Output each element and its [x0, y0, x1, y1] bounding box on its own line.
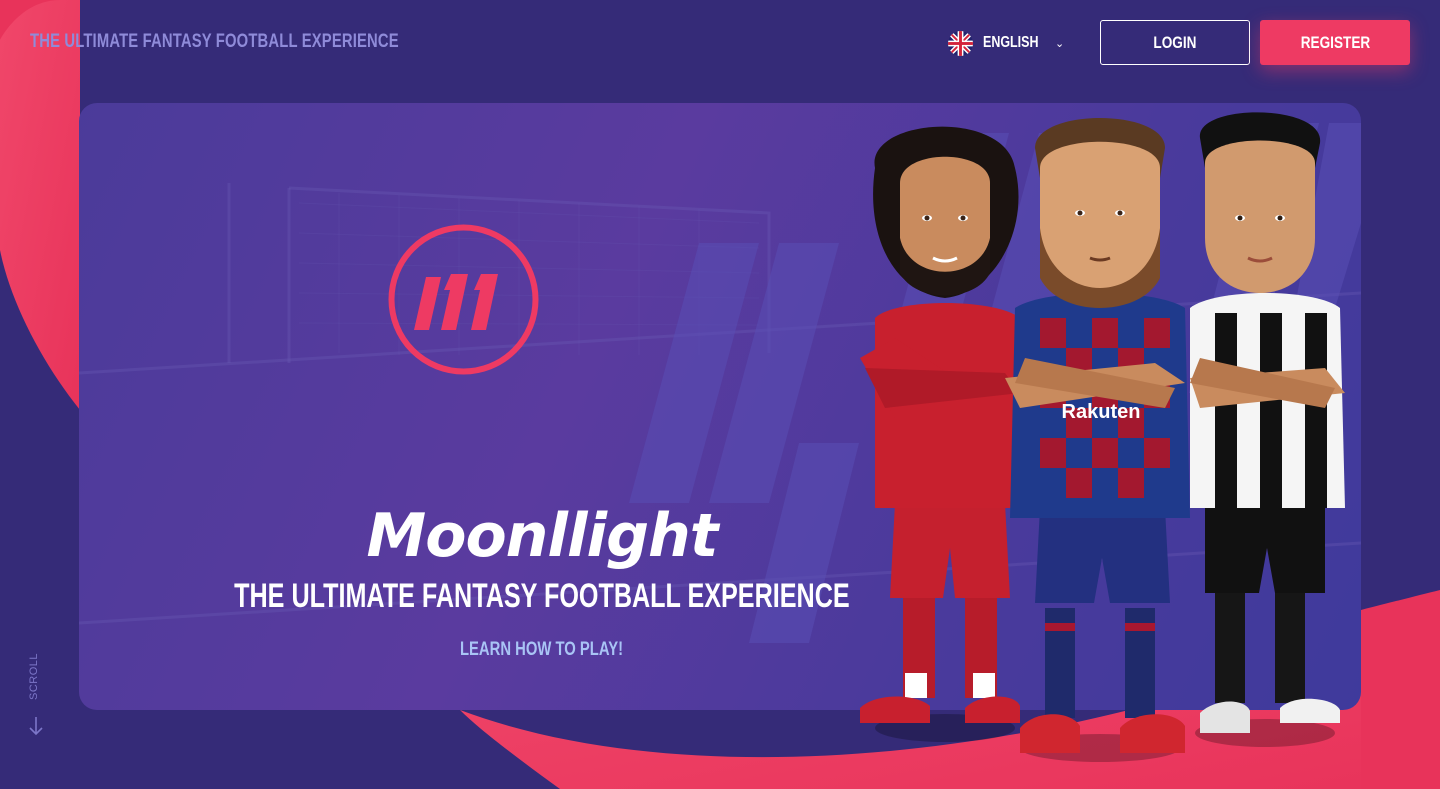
scroll-label: SCROLL — [28, 652, 40, 700]
player-black-white-kit — [1190, 112, 1345, 733]
player-red-kit — [860, 126, 1025, 723]
login-button[interactable]: LOGIN — [1100, 20, 1250, 65]
uk-flag-icon — [948, 30, 973, 56]
language-selector[interactable]: ENGLISH ⌄ — [948, 30, 1064, 56]
moonllight-logo — [388, 224, 539, 375]
arrow-down-icon — [29, 717, 43, 736]
register-button[interactable]: REGISTER — [1260, 20, 1410, 65]
sponsor-text: Rakuten — [1062, 401, 1141, 423]
chevron-down-icon: ⌄ — [1055, 37, 1065, 50]
scroll-indicator[interactable]: SCROLL — [22, 652, 50, 740]
players-illustration: Rakuten — [860, 112, 1345, 762]
header-tagline: THE ULTIMATE FANTASY FOOTBALL EXPERIENCE — [30, 31, 399, 52]
language-label: ENGLISH — [983, 34, 1039, 51]
player-blue-red-kit: Rakuten — [1005, 118, 1190, 753]
